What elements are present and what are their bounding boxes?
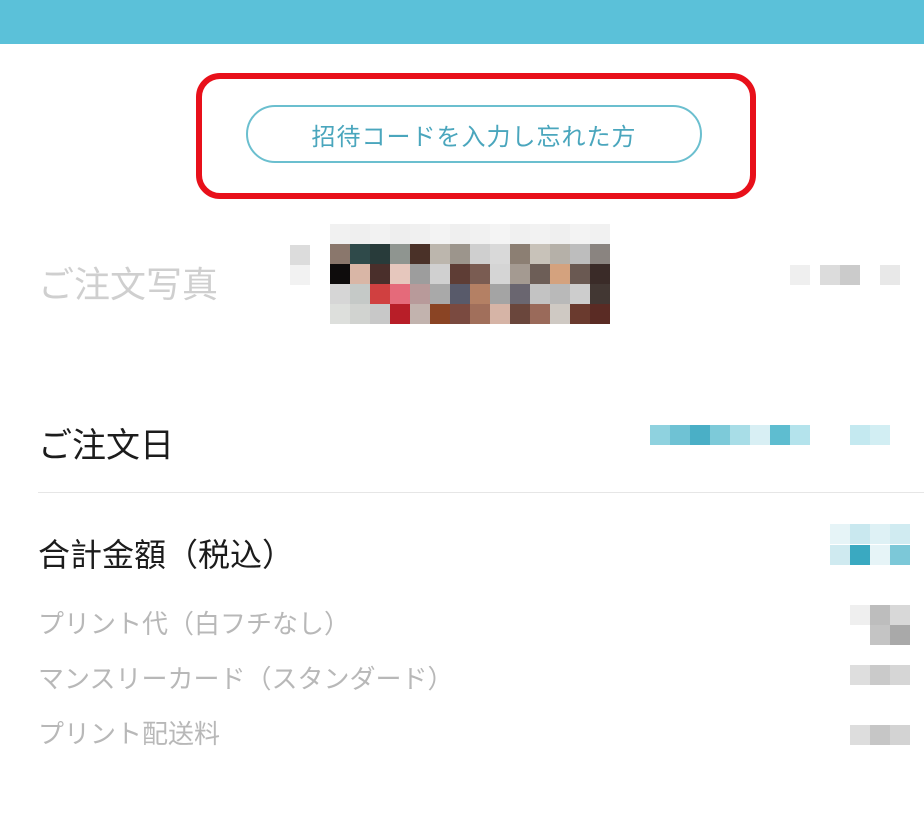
- breakdown-label-print: プリント代（白フチなし）: [38, 610, 351, 640]
- page-bottom-blank: [0, 760, 924, 835]
- total-amount-label: 合計金額（税込）: [38, 536, 295, 574]
- redacted-order-date: [650, 425, 890, 445]
- redacted-block: [290, 245, 310, 265]
- redacted-shipping-fee: [850, 725, 910, 745]
- breakdown-label-shipping: プリント配送料: [38, 720, 221, 750]
- order-photo-label: ご注文写真: [38, 265, 219, 306]
- header-bar: [0, 0, 924, 44]
- redacted-print-fee: [850, 605, 910, 625]
- section-divider: [38, 492, 924, 493]
- order-date-label: ご注文日: [38, 426, 174, 466]
- redacted-card-fee: [850, 665, 910, 685]
- redacted-total-amount-top: [830, 524, 910, 544]
- redacted-total-amount-bottom: [830, 545, 910, 565]
- redacted-photo-count: [790, 265, 900, 285]
- breakdown-label-monthly-card: マンスリーカード（スタンダード）: [38, 665, 454, 695]
- redacted-print-fee-2: [850, 625, 910, 645]
- redacted-block: [290, 265, 310, 285]
- forgot-invite-code-button[interactable]: 招待コードを入力し忘れた方: [246, 105, 702, 163]
- order-photo-thumbnail[interactable]: [330, 224, 610, 324]
